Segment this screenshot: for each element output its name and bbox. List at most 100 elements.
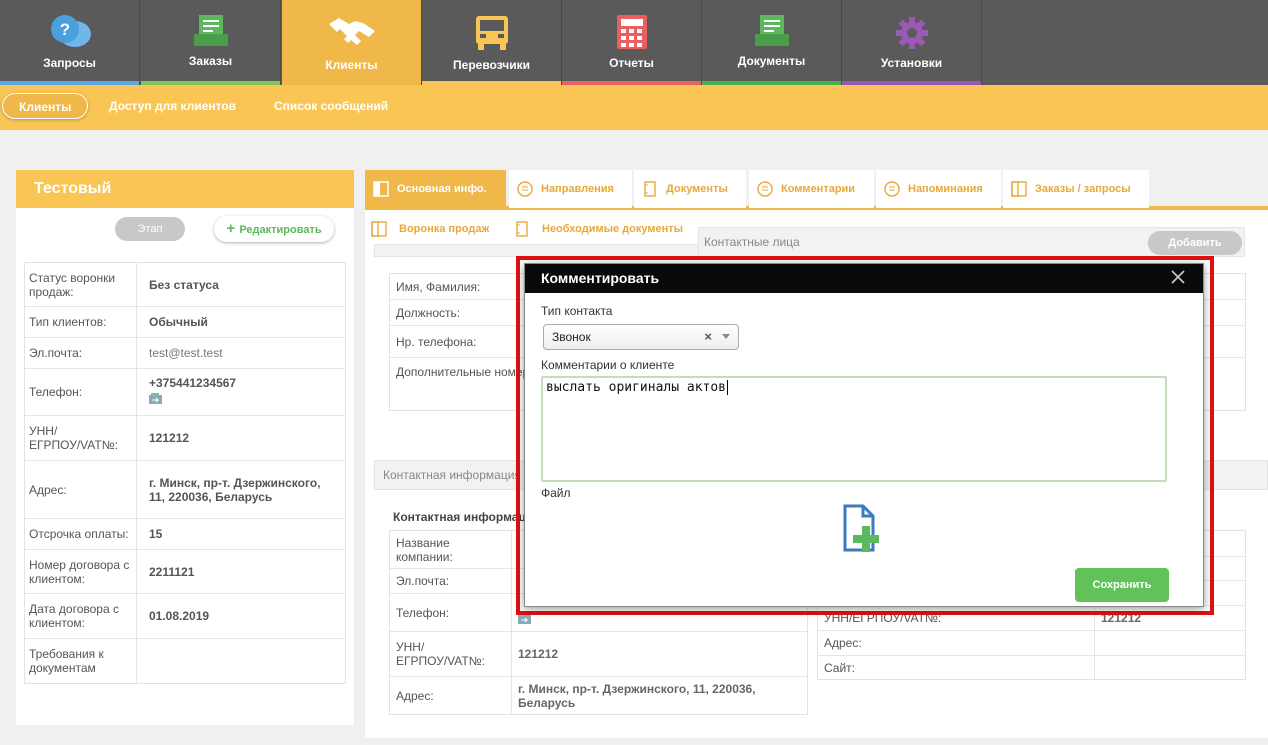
- edit-button[interactable]: + Редактировать: [214, 216, 334, 242]
- field-label: Сайт:: [818, 656, 1095, 680]
- nav-tab-label: Установки: [880, 56, 943, 70]
- phone-cell: +375441234567: [137, 370, 345, 414]
- tab-label: Воронка продаж: [399, 223, 490, 235]
- field-value: г. Минск, пр-т. Дзержинского, 11, 220036…: [518, 681, 756, 710]
- client-card: Тестовый Этап + Редактировать Статус вор…: [16, 170, 354, 725]
- field-value: [1095, 631, 1245, 655]
- comment-icon: [757, 181, 773, 197]
- tab-orders-requests[interactable]: Заказы / запросы: [1003, 170, 1149, 208]
- chevron-down-icon[interactable]: [722, 334, 730, 339]
- comment-dialog: Комментировать Тип контакта Звонок × Ком…: [524, 263, 1204, 607]
- info-label: Телефон:: [25, 369, 137, 415]
- clear-icon[interactable]: ×: [704, 325, 712, 349]
- tab-required-documents[interactable]: Необходимые документы: [508, 214, 698, 244]
- tab-label: Направления: [541, 183, 614, 195]
- field-value: 121212: [518, 647, 559, 661]
- top-navigation: ? Запросы Заказы Клиенты Перевозчики Отч…: [0, 0, 1268, 85]
- nav-tab-documents[interactable]: Документы: [702, 0, 842, 85]
- phone-link-icon[interactable]: [149, 393, 163, 405]
- info-value: 01.08.2019: [149, 609, 210, 623]
- info-value: 15: [149, 527, 163, 541]
- add-file-icon[interactable]: [835, 504, 885, 554]
- nav-tab-requests[interactable]: ? Запросы: [0, 0, 140, 85]
- text-cursor: [727, 380, 729, 395]
- save-button[interactable]: Сохранить: [1075, 568, 1169, 602]
- comment-icon: [884, 181, 900, 197]
- comment-icon: [517, 181, 533, 197]
- subnav-message-list[interactable]: Список сообщений: [258, 93, 404, 119]
- info-label: Эл.почта:: [25, 338, 137, 368]
- info-value: г. Минск, пр-т. Дзержинского, 11, 220036…: [149, 475, 321, 504]
- info-label: Номер договора с клиентом:: [25, 550, 137, 593]
- tab-label: Заказы / запросы: [1035, 183, 1131, 195]
- nav-tab-label: Заказы: [188, 54, 233, 68]
- nav-tab-label: Перевозчики: [453, 58, 530, 72]
- edit-button-label: Редактировать: [239, 224, 322, 236]
- nav-tab-label: Запросы: [43, 56, 96, 70]
- comment-label: Комментарии о клиенте: [541, 358, 675, 372]
- client-name: Тестовый: [16, 170, 354, 208]
- gear-icon: [895, 16, 929, 53]
- field-label: Адрес:: [390, 677, 512, 714]
- add-contact-button[interactable]: Добавить: [1148, 231, 1242, 255]
- table-row: УНН/ ЕГРПОУ/VAT№: 121212: [390, 632, 807, 677]
- info-label: Дата договора с клиентом:: [25, 594, 137, 638]
- info-label: Тип клиентов:: [25, 307, 137, 337]
- tab-reminders[interactable]: Напоминания: [876, 170, 1001, 208]
- nav-tab-label: Клиенты: [325, 58, 378, 72]
- tab-label: Комментарии: [781, 183, 856, 195]
- tab-documents[interactable]: Документы: [634, 170, 746, 208]
- field-label: УНН/ ЕГРПОУ/VAT№:: [390, 632, 512, 676]
- info-value: +375441234567: [149, 376, 237, 390]
- nav-tab-clients[interactable]: Клиенты: [282, 0, 422, 85]
- comment-text: выслать оригиналы актов: [546, 380, 727, 395]
- info-row: Требования к документам: [25, 639, 345, 683]
- info-row: Эл.почта: test@test.test: [25, 338, 345, 369]
- contact-info-title: Контактная информация: [383, 468, 521, 482]
- contact-type-select[interactable]: Звонок ×: [543, 324, 739, 350]
- nav-tab-settings[interactable]: Установки: [842, 0, 982, 85]
- svg-text:?: ?: [59, 20, 69, 39]
- documents-tray-icon: [752, 14, 792, 51]
- plus-icon: +: [226, 220, 240, 237]
- comment-textarea[interactable]: выслать оригиналы актов: [541, 376, 1167, 482]
- table-row: Адрес:: [818, 631, 1245, 656]
- tab-main-info[interactable]: Основная инфо.: [365, 170, 506, 208]
- contact-type-value: Звонок: [552, 330, 591, 344]
- document-icon: [644, 181, 656, 197]
- tab-comments[interactable]: Комментарии: [749, 170, 874, 208]
- info-row: Дата договора с клиентом: 01.08.2019: [25, 594, 345, 639]
- handshake-icon: [327, 14, 377, 53]
- nav-tab-orders[interactable]: Заказы: [141, 0, 281, 85]
- tab-directions[interactable]: Направления: [509, 170, 632, 208]
- nav-tab-carriers[interactable]: Перевозчики: [422, 0, 562, 85]
- info-value: [137, 655, 345, 667]
- subnav-client-access[interactable]: Доступ для клиентов: [93, 93, 252, 119]
- panel-icon: [373, 181, 389, 197]
- stage-button[interactable]: Этап: [115, 217, 185, 241]
- info-label: Статус воронки продаж:: [25, 263, 137, 306]
- info-label: Требования к документам: [25, 639, 137, 683]
- info-value: 2211121: [149, 564, 195, 579]
- calculator-icon: [616, 14, 648, 53]
- info-value: Без статуса: [149, 277, 219, 292]
- nav-tab-label: Документы: [737, 54, 806, 68]
- table-row: Адрес: г. Минск, пр-т. Дзержинского, 11, …: [390, 677, 807, 714]
- close-icon[interactable]: [1171, 270, 1185, 284]
- info-value: test@test.test: [149, 346, 223, 360]
- tab-label: Напоминания: [908, 183, 983, 195]
- field-label: Адрес:: [818, 631, 1095, 655]
- info-row: Номер договора с клиентом: 2211121: [25, 550, 345, 594]
- info-value: 121212: [149, 431, 190, 445]
- info-value: Обычный: [149, 315, 208, 329]
- nav-tab-label: Отчеты: [609, 56, 654, 70]
- field-value: [1095, 656, 1245, 680]
- field-label: Название компании:: [390, 531, 512, 568]
- subnav-clients[interactable]: Клиенты: [2, 93, 89, 119]
- tab-label: Документы: [666, 183, 728, 195]
- dialog-header: Комментировать: [525, 264, 1203, 293]
- panel-icon: [1011, 181, 1027, 197]
- order-tray-icon: [191, 14, 231, 51]
- nav-tab-reports[interactable]: Отчеты: [562, 0, 702, 85]
- tab-sales-funnel[interactable]: Воронка продаж: [365, 214, 503, 244]
